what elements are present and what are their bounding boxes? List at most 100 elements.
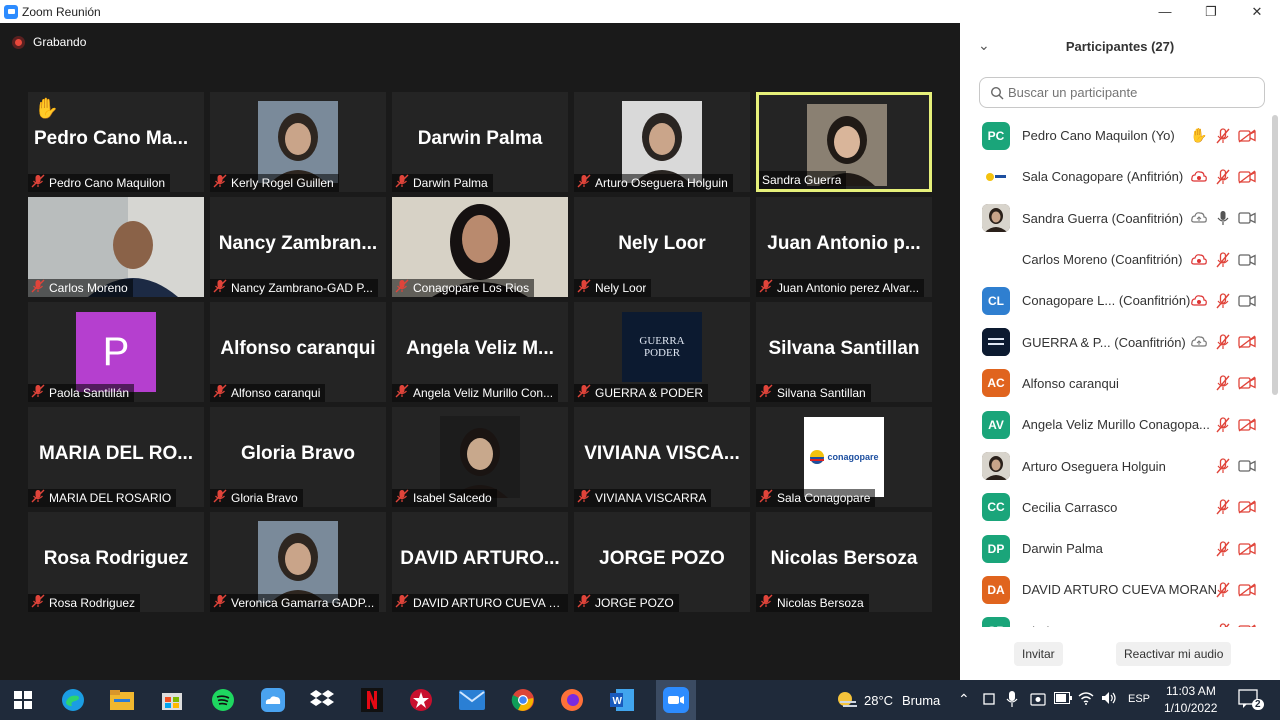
- weather-icon[interactable]: [832, 685, 862, 715]
- video-camera-icon[interactable]: [1236, 251, 1258, 269]
- participant-row[interactable]: GUERRA & P... (Coanfitrión): [960, 321, 1272, 362]
- close-button[interactable]: ✕: [1234, 0, 1280, 23]
- video-tile[interactable]: Gloria Bravo Gloria Bravo: [210, 407, 386, 507]
- firefox-icon[interactable]: [557, 685, 587, 715]
- video-tile[interactable]: P Paola Santillán: [28, 302, 204, 402]
- participant-row[interactable]: GB Gloria Bravo: [960, 611, 1272, 627]
- video-tile[interactable]: Veronica Gamarra GADP...: [210, 512, 386, 612]
- video-off-icon[interactable]: [1236, 374, 1258, 392]
- microphone-tray-icon[interactable]: [1006, 691, 1018, 710]
- chevron-up-icon[interactable]: ⌃: [958, 691, 970, 708]
- video-off-icon[interactable]: [1236, 540, 1258, 558]
- microphone-icon[interactable]: [1212, 209, 1234, 227]
- participant-row[interactable]: DA DAVID ARTURO CUEVA MORAN: [960, 569, 1272, 610]
- pokerstars-icon[interactable]: [406, 685, 436, 715]
- participant-row[interactable]: CL Conagopare L... (Coanfitrión): [960, 280, 1272, 321]
- muted-mic-icon[interactable]: [1212, 168, 1234, 186]
- video-tile[interactable]: Alfonso caranqui Alfonso caranqui: [210, 302, 386, 402]
- muted-mic-icon[interactable]: [1212, 457, 1234, 475]
- participant-row[interactable]: Carlos Moreno (Coanfitrión): [960, 239, 1272, 280]
- video-tile[interactable]: Angela Veliz M... Angela Veliz Murillo Co…: [392, 302, 568, 402]
- unmute-button[interactable]: Reactivar mi audio: [1116, 642, 1232, 666]
- video-tile[interactable]: Nicolas Bersoza Nicolas Bersoza: [756, 512, 932, 612]
- video-tile[interactable]: DAVID ARTURO... DAVID ARTURO CUEVA M...: [392, 512, 568, 612]
- video-tile[interactable]: Pedro Cano Ma... ✋ Pedro Cano Maquilon: [28, 92, 204, 192]
- muted-mic-icon[interactable]: [1212, 581, 1234, 599]
- mail-icon[interactable]: [457, 685, 487, 715]
- video-tile[interactable]: Darwin Palma Darwin Palma: [392, 92, 568, 192]
- minimize-button[interactable]: —: [1142, 0, 1188, 23]
- clock-date[interactable]: 1/10/2022: [1164, 701, 1217, 715]
- device-icon[interactable]: [982, 692, 996, 709]
- muted-mic-icon[interactable]: [1212, 416, 1234, 434]
- participant-row[interactable]: PC Pedro Cano Maquilon (Yo) ✋: [960, 115, 1272, 156]
- camera-tray-icon[interactable]: [1030, 691, 1046, 710]
- video-tile[interactable]: Kerly Rogel Guillen: [210, 92, 386, 192]
- video-off-icon[interactable]: [1236, 498, 1258, 516]
- spotify-icon[interactable]: [208, 685, 238, 715]
- participant-row[interactable]: DP Darwin Palma: [960, 528, 1272, 569]
- video-tile[interactable]: Carlos Moreno: [28, 197, 204, 297]
- video-off-icon[interactable]: [1236, 622, 1258, 627]
- video-tile[interactable]: Isabel Salcedo: [392, 407, 568, 507]
- language-indicator[interactable]: ESP: [1128, 693, 1150, 705]
- netflix-icon[interactable]: [357, 685, 387, 715]
- onedrive-icon[interactable]: [258, 685, 288, 715]
- video-tile[interactable]: GUERRA PODER GUERRA & PODER: [574, 302, 750, 402]
- weather-temp[interactable]: 28°C: [864, 693, 893, 708]
- zoom-taskbar-icon[interactable]: [656, 680, 696, 720]
- video-tile[interactable]: Silvana Santillan Silvana Santillan: [756, 302, 932, 402]
- video-off-icon[interactable]: [1236, 333, 1258, 351]
- video-tile[interactable]: conagopare Sala Conagopare: [756, 407, 932, 507]
- participant-search[interactable]: [979, 77, 1265, 108]
- video-tile[interactable]: Nely Loor Nely Loor: [574, 197, 750, 297]
- video-tile[interactable]: Sandra Guerra: [756, 92, 932, 192]
- participant-row[interactable]: AC Alfonso caranqui: [960, 363, 1272, 404]
- participant-row[interactable]: Sandra Guerra (Coanfitrión): [960, 198, 1272, 239]
- word-icon[interactable]: W: [607, 685, 637, 715]
- video-camera-icon[interactable]: [1236, 292, 1258, 310]
- windows-start-icon[interactable]: [8, 685, 38, 715]
- volume-icon[interactable]: [1101, 691, 1117, 708]
- participant-row[interactable]: Arturo Oseguera Holguin: [960, 445, 1272, 486]
- scrollbar[interactable]: [1272, 115, 1278, 395]
- video-off-icon[interactable]: [1236, 581, 1258, 599]
- clock-time[interactable]: 11:03 AM: [1166, 684, 1216, 698]
- search-input[interactable]: [1008, 85, 1248, 100]
- video-camera-icon[interactable]: [1236, 457, 1258, 475]
- video-tile[interactable]: Conagopare Los Rios: [392, 197, 568, 297]
- muted-mic-icon[interactable]: [1212, 127, 1234, 145]
- video-tile[interactable]: VIVIANA VISCA... VIVIANA VISCARRA: [574, 407, 750, 507]
- video-off-icon[interactable]: [1236, 127, 1258, 145]
- muted-mic-icon[interactable]: [1212, 333, 1234, 351]
- store-icon[interactable]: [157, 685, 187, 715]
- video-off-icon[interactable]: [1236, 168, 1258, 186]
- edge-browser-icon[interactable]: [58, 685, 88, 715]
- muted-mic-icon[interactable]: [1212, 374, 1234, 392]
- recording-indicator[interactable]: Grabando: [12, 35, 86, 49]
- maximize-button[interactable]: ❐: [1188, 0, 1234, 23]
- muted-mic-icon[interactable]: [1212, 622, 1234, 627]
- video-tile[interactable]: Nancy Zambran... Nancy Zambrano-GAD P...: [210, 197, 386, 297]
- muted-mic-icon[interactable]: [1212, 540, 1234, 558]
- video-tile[interactable]: Juan Antonio p... Juan Antonio perez Alva…: [756, 197, 932, 297]
- chrome-icon[interactable]: [508, 685, 538, 715]
- muted-mic-icon[interactable]: [1212, 292, 1234, 310]
- participant-row[interactable]: CC Cecilia Carrasco: [960, 487, 1272, 528]
- dropbox-icon[interactable]: [307, 685, 337, 715]
- video-tile[interactable]: Arturo Oseguera Holguin: [574, 92, 750, 192]
- battery-icon[interactable]: [1054, 692, 1072, 707]
- video-camera-icon[interactable]: [1236, 209, 1258, 227]
- muted-mic-icon[interactable]: [1212, 251, 1234, 269]
- wifi-icon[interactable]: [1078, 691, 1094, 708]
- participant-row[interactable]: AV Angela Veliz Murillo Conagopa...: [960, 404, 1272, 445]
- video-tile[interactable]: MARIA DEL RO... MARIA DEL ROSARIO: [28, 407, 204, 507]
- participant-row[interactable]: Sala Conagopare (Anfitrión): [960, 156, 1272, 197]
- muted-mic-icon[interactable]: [1212, 498, 1234, 516]
- file-explorer-icon[interactable]: [107, 685, 137, 715]
- video-tile[interactable]: JORGE POZO JORGE POZO: [574, 512, 750, 612]
- video-off-icon[interactable]: [1236, 416, 1258, 434]
- invite-button[interactable]: Invitar: [1014, 642, 1063, 666]
- video-tile[interactable]: Rosa Rodriguez Rosa Rodriguez: [28, 512, 204, 612]
- weather-desc[interactable]: Bruma: [902, 693, 940, 708]
